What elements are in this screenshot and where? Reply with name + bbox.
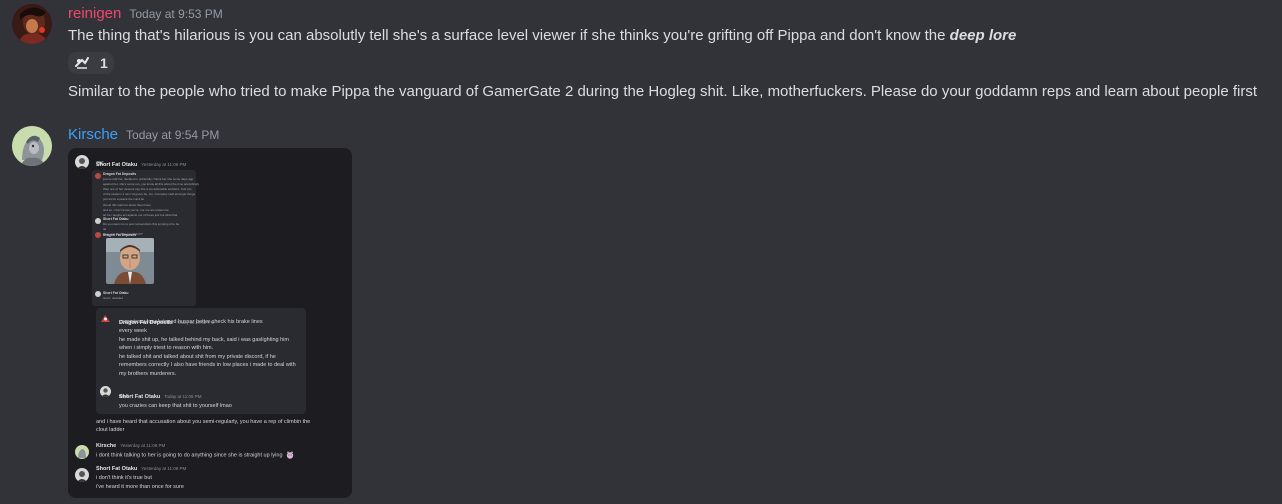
nested-message-block: Dragon Fat Deposits Today at 10:02 PM com…: [96, 308, 306, 414]
mini-avatar: [95, 232, 101, 238]
attachment-line: i don't think it's true but: [96, 475, 152, 481]
mini-avatar: [95, 173, 101, 179]
cat-emoji-icon: [286, 451, 294, 459]
nested-line: Do you want me to post screenshots this …: [103, 222, 180, 226]
attachment-author: Kirsche: [96, 443, 117, 449]
attachment-author-line: Kirsche Yesterday at 11:08 PM: [96, 443, 165, 449]
reaction-count: 1: [100, 55, 108, 71]
mini-avatar: [75, 445, 89, 459]
message-timestamp[interactable]: Today at 9:54 PM: [126, 128, 219, 142]
message-content: The thing that's hilarious is you can ab…: [68, 26, 1016, 46]
nested-line: Got it, retarded: [103, 296, 124, 300]
attachment-time: Yesterday at 11:09 PM: [141, 466, 187, 471]
nested-author: Short Fat Otaku: [103, 217, 129, 221]
nested-author: Dragon Fat Deposits: [103, 172, 137, 176]
nested-line: my brothers murderers.: [119, 371, 177, 377]
avatar-image: [12, 126, 52, 166]
message-header: reinigen Today at 9:53 PM: [68, 5, 223, 22]
attachment-time: Yesterday at 11:08 PM: [120, 443, 166, 448]
attachment-text: i dont think talking to her is going to …: [96, 451, 294, 460]
message-header: Kirsche Today at 9:54 PM: [68, 126, 219, 143]
username[interactable]: Kirsche: [68, 126, 118, 143]
image-attachment[interactable]: Short Fat Otaku Yesterday at 11:06 PM OK …: [68, 148, 352, 498]
message-text: Similar to the people who tried to make …: [68, 83, 1258, 100]
username[interactable]: reinigen: [68, 5, 121, 22]
mini-avatar: [100, 313, 111, 324]
mini-avatar: [75, 468, 89, 482]
nested-author: Short Fat Otaku: [103, 291, 129, 295]
mini-avatar: [95, 291, 101, 297]
nested-line: when i simply triest to reason with him.: [119, 345, 214, 351]
message-text: The thing that's hilarious is you can ab…: [68, 27, 950, 44]
nested-line: you let be a peace the mind be: [103, 197, 145, 201]
attachment-text-content: i dont think talking to her is going to …: [96, 452, 283, 459]
attachment-line: i've heard it more than once for sure: [96, 484, 184, 490]
nested-line: you crazies can keep that shit to yourse…: [119, 403, 232, 409]
attachment-author-line: Short Fat Otaku Yesterday at 11:09 PM: [96, 466, 186, 472]
attachment-line: and i have heard that accusation about y…: [96, 419, 311, 425]
nested-line: commissar luna/winged hussar better chec…: [119, 319, 263, 325]
mini-avatar: [100, 386, 111, 397]
nested-line: remembers correctly I also have friends …: [119, 362, 296, 368]
avatar-image: [12, 4, 52, 44]
nested-time: Today at 11:05 PM: [164, 394, 202, 399]
attachment-time: Yesterday at 11:06 PM: [141, 162, 187, 167]
attachment-author-line: Short Fat Otaku Yesterday at 11:06 PM: [96, 153, 186, 171]
nested-author-line: Short Fat Otaku Today at 11:05 PM: [119, 385, 201, 403]
attachment-author: Short Fat Otaku: [96, 466, 138, 472]
emphasis-text: deep lore: [949, 27, 1017, 44]
nested-line: every week: [119, 328, 147, 334]
reaction-button[interactable]: 1: [68, 52, 114, 74]
nested-line: well: [119, 394, 129, 400]
attachment-text: OK: [96, 161, 104, 167]
nested-screenshot: Dragon Fat Deposits just so told her, de…: [92, 170, 199, 306]
reinigen-avatar[interactable]: [12, 4, 52, 44]
custom-emote-icon: [75, 57, 89, 69]
mini-avatar: [95, 218, 101, 224]
meme-image: [106, 238, 154, 284]
nested-author: Dragon Fat Deposits: [103, 233, 137, 237]
kirsche-avatar[interactable]: [12, 126, 52, 166]
attachment-line: clout ladder: [96, 427, 125, 433]
mini-avatar: [75, 155, 89, 169]
message-timestamp[interactable]: Today at 9:53 PM: [129, 7, 222, 21]
